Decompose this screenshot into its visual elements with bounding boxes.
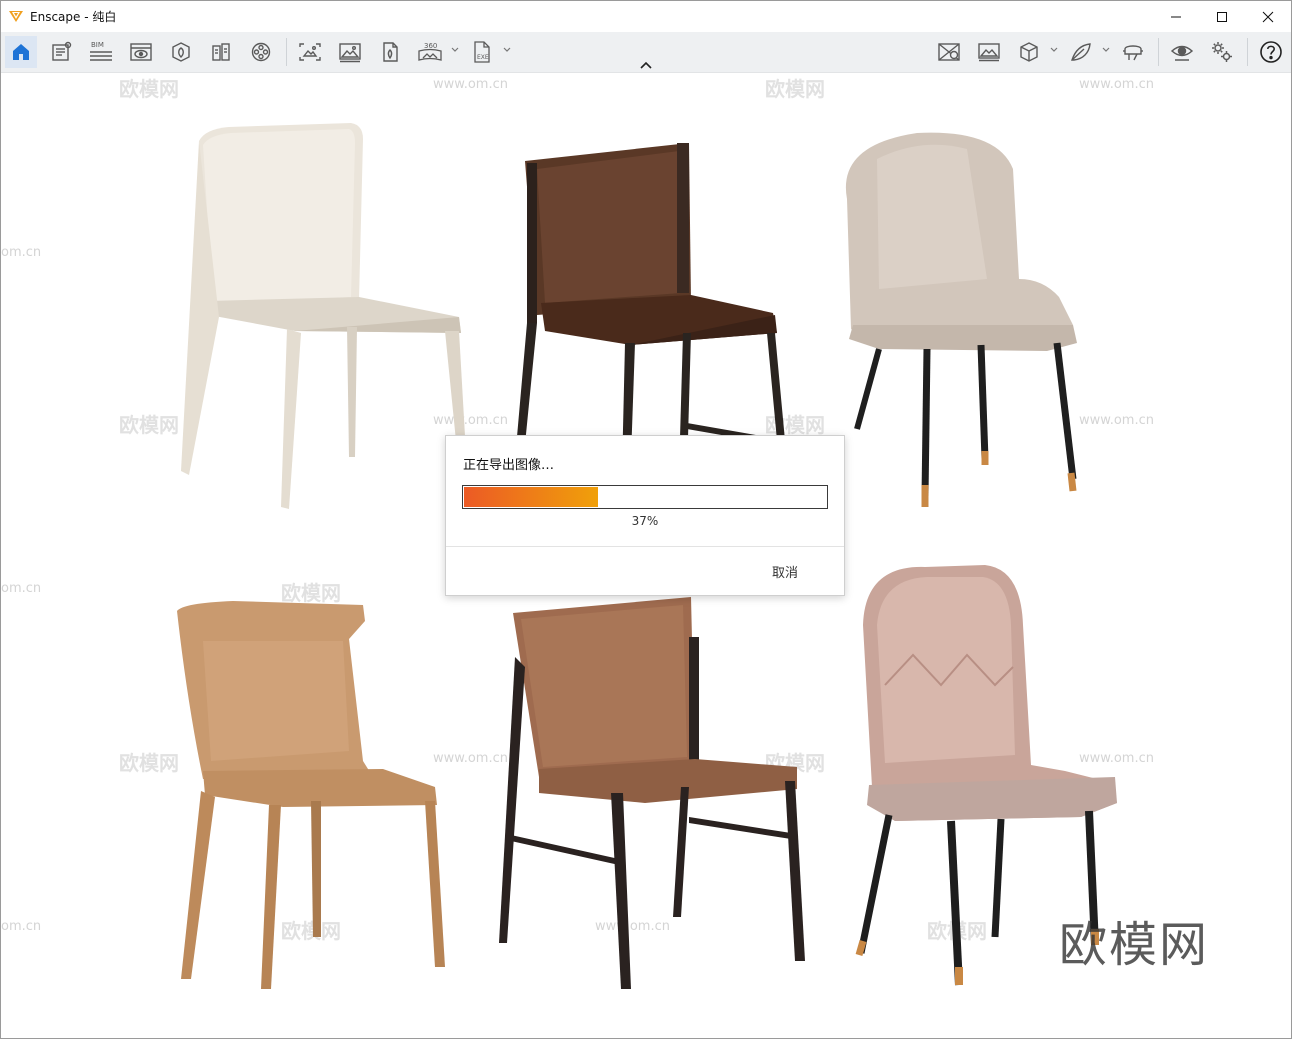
home-button[interactable] (5, 36, 37, 68)
chair-beige-shell (845, 132, 1077, 507)
render-image-button[interactable] (334, 36, 366, 68)
notes-icon (52, 41, 72, 61)
settings-button[interactable] (1206, 36, 1238, 68)
close-icon (1262, 11, 1274, 22)
watermark-url: www.om.cn (1079, 77, 1154, 92)
progress-fill (464, 487, 598, 507)
help-button[interactable] (1255, 36, 1287, 68)
window-title: Enscape - 纯白 (30, 10, 117, 24)
toolbar-separator (1158, 38, 1159, 66)
cube-view-icon (1020, 42, 1038, 62)
chair-tan (177, 601, 445, 989)
watermark-url: www.om.cn (433, 77, 508, 92)
screenshot-button[interactable] (294, 36, 326, 68)
svg-text:360: 360 (424, 42, 437, 50)
watermark-url: om.cn (1, 581, 42, 596)
batch-render-button[interactable] (973, 36, 1005, 68)
maximize-button[interactable] (1199, 1, 1245, 32)
enscape-window: Enscape - 纯白 BIM 360 EXE 欧模网 www.om.cn 欧… (0, 0, 1292, 1039)
minimize-button[interactable] (1153, 1, 1199, 32)
dialog-title: 正在导出图像… (463, 458, 555, 473)
video-editor-button[interactable] (245, 36, 277, 68)
watermark-url: om.cn (1, 245, 42, 260)
toolbar-separator (1247, 38, 1248, 66)
chair-cream (181, 123, 467, 509)
export-button[interactable] (374, 36, 406, 68)
export-progress-bar (462, 485, 828, 509)
exe-standalone-button[interactable]: EXE (466, 36, 498, 68)
eye-button[interactable] (1166, 36, 1198, 68)
chevron-down-icon[interactable] (1049, 45, 1059, 55)
asset-library-button[interactable] (165, 36, 197, 68)
watermark-brand: 欧模网 (119, 77, 179, 101)
brand-watermark: 欧模网 (1059, 917, 1210, 973)
material-editor-button[interactable] (205, 36, 237, 68)
help-icon (1260, 41, 1282, 63)
feather-icon (1071, 43, 1091, 61)
exe-standalone-icon: EXE (474, 41, 490, 63)
watermark-url: www.om.cn (1079, 413, 1154, 428)
asset-library-icon (172, 42, 190, 62)
material-editor-icon (212, 43, 230, 61)
svg-text:BIM: BIM (91, 41, 104, 49)
chevron-down-icon[interactable] (1101, 45, 1111, 55)
notes-button[interactable] (45, 36, 77, 68)
panorama-360-icon: 360 (418, 42, 442, 61)
screenshot-icon (299, 43, 321, 61)
view-management-button[interactable] (933, 36, 965, 68)
render-image-icon (339, 43, 361, 63)
cancel-button[interactable]: 取消 (772, 562, 798, 581)
close-button[interactable] (1245, 1, 1291, 32)
toolbar-separator (286, 38, 287, 66)
visual-settings-icon (130, 43, 152, 61)
enscape-logo-icon (9, 11, 23, 22)
home-icon (13, 44, 29, 60)
vr-headset-button[interactable] (1117, 36, 1149, 68)
visual-settings-button[interactable] (125, 36, 157, 68)
feather-button[interactable] (1065, 36, 1097, 68)
cube-view-button[interactable] (1013, 36, 1045, 68)
chevron-down-icon[interactable] (450, 45, 460, 55)
maximize-icon (1217, 11, 1227, 22)
collapse-toolbar-icon[interactable] (638, 59, 654, 71)
eye-icon (1170, 45, 1194, 61)
vr-headset-icon (1123, 45, 1143, 61)
view-management-icon (938, 43, 960, 61)
panorama-360-button[interactable]: 360 (414, 36, 446, 68)
progress-percent: 37% (631, 514, 659, 528)
video-editor-icon (251, 42, 271, 62)
dialog-divider (446, 546, 844, 547)
export-progress-dialog: 正在导出图像… 37% 取消 (445, 435, 845, 596)
chevron-down-icon[interactable] (502, 45, 512, 55)
bim-button[interactable]: BIM (85, 36, 117, 68)
minimize-icon (1171, 16, 1181, 17)
chair-caramel (499, 597, 805, 989)
bim-icon: BIM (90, 41, 112, 61)
svg-text:EXE: EXE (477, 54, 489, 61)
watermark-brand: 欧模网 (119, 751, 179, 775)
export-icon (383, 42, 398, 62)
title-bar: Enscape - 纯白 (1, 1, 1291, 32)
settings-icon (1212, 42, 1232, 62)
watermark-brand: 欧模网 (765, 77, 825, 101)
watermark-url: om.cn (1, 919, 42, 934)
batch-render-icon (978, 43, 1000, 62)
